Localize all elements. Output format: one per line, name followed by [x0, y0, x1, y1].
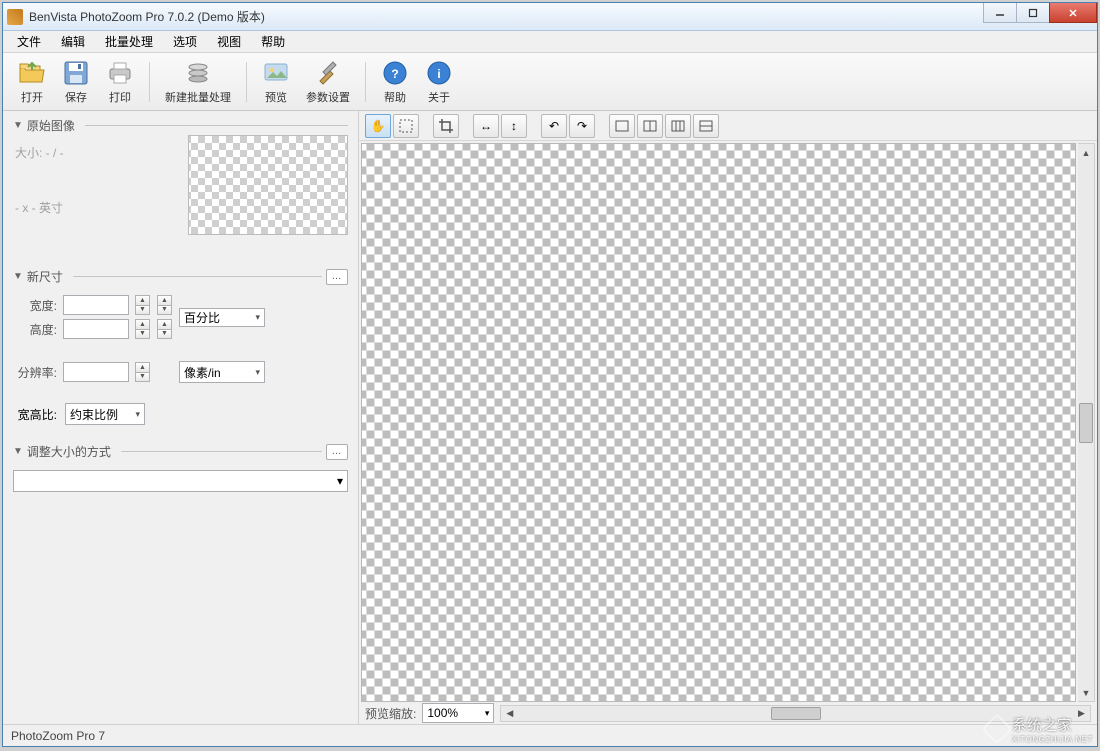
layout-hsplit-icon	[643, 120, 657, 132]
layout-stack-icon	[699, 120, 713, 132]
menu-edit[interactable]: 编辑	[53, 31, 93, 52]
batch-icon	[184, 59, 212, 87]
layout-split-v-button[interactable]	[665, 114, 691, 138]
save-button[interactable]: 保存	[55, 56, 97, 108]
close-button[interactable]	[1049, 3, 1097, 23]
height-input[interactable]	[63, 319, 129, 339]
toolbar-separator	[149, 62, 150, 102]
new-batch-button[interactable]: 新建批量处理	[158, 56, 238, 108]
help-icon: ?	[381, 59, 409, 87]
print-button[interactable]: 打印	[99, 56, 141, 108]
canvas-toolbar: ✋ ↔ ↕ ↶ ↷	[359, 111, 1097, 141]
resize-method-dropdown[interactable]: ▾	[13, 470, 348, 492]
crop-tool-button[interactable]	[433, 114, 459, 138]
width-label: 宽度:	[13, 297, 57, 314]
sidebar: ▼ 原始图像 大小: - / - - x - 英寸 ▼ 新尺寸 … 宽度: ▲▼…	[3, 111, 359, 724]
svg-text:i: i	[437, 67, 440, 81]
section-new-size[interactable]: ▼ 新尺寸 …	[13, 268, 348, 285]
rotate-right-button[interactable]: ↷	[569, 114, 595, 138]
rotate-ccw-icon: ↶	[549, 119, 559, 133]
status-text: PhotoZoom Pro 7	[11, 729, 105, 743]
flip-h-icon: ↔	[480, 119, 492, 133]
folder-open-icon	[18, 59, 46, 87]
width-input[interactable]	[63, 295, 129, 315]
window-title: BenVista PhotoZoom Pro 7.0.2 (Demo 版本)	[29, 8, 265, 25]
collapse-icon: ▼	[13, 271, 23, 282]
layout-vsplit-icon	[671, 120, 685, 132]
zoom-dropdown[interactable]: 100%▾	[422, 703, 494, 723]
pan-tool-button[interactable]: ✋	[365, 114, 391, 138]
layout-stack-button[interactable]	[693, 114, 719, 138]
titlebar[interactable]: BenVista PhotoZoom Pro 7.0.2 (Demo 版本)	[3, 3, 1097, 31]
resolution-spinner[interactable]: ▲▼	[135, 362, 150, 382]
flip-h-button[interactable]: ↔	[473, 114, 499, 138]
original-thumbnail	[188, 135, 348, 235]
flip-v-icon: ↕	[511, 119, 517, 133]
minimize-button[interactable]	[983, 3, 1017, 23]
newsize-more-button[interactable]: …	[326, 269, 348, 285]
info-icon: i	[425, 59, 453, 87]
resize-more-button[interactable]: …	[326, 444, 348, 460]
zoom-label: 预览缩放:	[365, 705, 416, 722]
height-spinner[interactable]: ▲▼	[135, 319, 150, 339]
flip-v-button[interactable]: ↕	[501, 114, 527, 138]
select-tool-button[interactable]	[393, 114, 419, 138]
layout-single-icon	[615, 120, 629, 132]
floppy-icon	[62, 59, 90, 87]
rotate-cw-icon: ↷	[577, 119, 587, 133]
app-icon	[7, 9, 23, 25]
rotate-left-button[interactable]: ↶	[541, 114, 567, 138]
preview-canvas[interactable]	[361, 143, 1076, 702]
help-button[interactable]: ? 帮助	[374, 56, 416, 108]
main-toolbar: 打开 保存 打印 新建批量处理 预览 参数设置 ? 帮助 i	[3, 53, 1097, 111]
menubar: 文件 编辑 批量处理 选项 视图 帮助	[3, 31, 1097, 53]
svg-text:?: ?	[391, 67, 398, 81]
menu-batch[interactable]: 批量处理	[97, 31, 161, 52]
canvas-area: ✋ ↔ ↕ ↶ ↷	[359, 111, 1097, 724]
vertical-scrollbar[interactable]: ▲ ▼	[1078, 143, 1095, 702]
toolbar-separator	[365, 62, 366, 102]
marquee-icon	[399, 119, 413, 133]
height-label: 高度:	[13, 321, 57, 338]
printer-icon	[106, 59, 134, 87]
toolbar-separator	[246, 62, 247, 102]
hand-icon: ✋	[371, 119, 386, 133]
maximize-button[interactable]	[1016, 3, 1050, 23]
section-original-image[interactable]: ▼ 原始图像	[13, 117, 348, 134]
preview-icon	[262, 59, 290, 87]
width-lock[interactable]: ▲▼	[157, 295, 172, 315]
menu-file[interactable]: 文件	[9, 31, 49, 52]
about-button[interactable]: i 关于	[418, 56, 460, 108]
aspect-label: 宽高比:	[13, 406, 57, 423]
menu-help[interactable]: 帮助	[253, 31, 293, 52]
tools-icon	[314, 59, 342, 87]
resolution-input[interactable]	[63, 362, 129, 382]
statusbar: PhotoZoom Pro 7	[3, 724, 1097, 746]
preview-button[interactable]: 预览	[255, 56, 297, 108]
menu-view[interactable]: 视图	[209, 31, 249, 52]
crop-icon	[439, 119, 453, 133]
content-area: ▼ 原始图像 大小: - / - - x - 英寸 ▼ 新尺寸 … 宽度: ▲▼…	[3, 111, 1097, 724]
open-button[interactable]: 打开	[11, 56, 53, 108]
app-window: BenVista PhotoZoom Pro 7.0.2 (Demo 版本) 文…	[2, 2, 1098, 747]
aspect-dropdown[interactable]: 约束比例▾	[65, 403, 145, 425]
settings-button[interactable]: 参数设置	[299, 56, 357, 108]
horizontal-scrollbar[interactable]: ◀ ▶	[500, 705, 1091, 722]
section-resize-method[interactable]: ▼ 调整大小的方式 …	[13, 443, 348, 460]
collapse-icon: ▼	[13, 120, 23, 131]
height-lock[interactable]: ▲▼	[157, 319, 172, 339]
unit-dropdown[interactable]: 百分比▾	[179, 308, 265, 327]
layout-single-button[interactable]	[609, 114, 635, 138]
resolution-label: 分辨率:	[13, 364, 57, 381]
width-spinner[interactable]: ▲▼	[135, 295, 150, 315]
layout-split-h-button[interactable]	[637, 114, 663, 138]
resolution-unit-dropdown[interactable]: 像素/in▾	[179, 361, 265, 383]
menu-options[interactable]: 选项	[165, 31, 205, 52]
collapse-icon: ▼	[13, 446, 23, 457]
